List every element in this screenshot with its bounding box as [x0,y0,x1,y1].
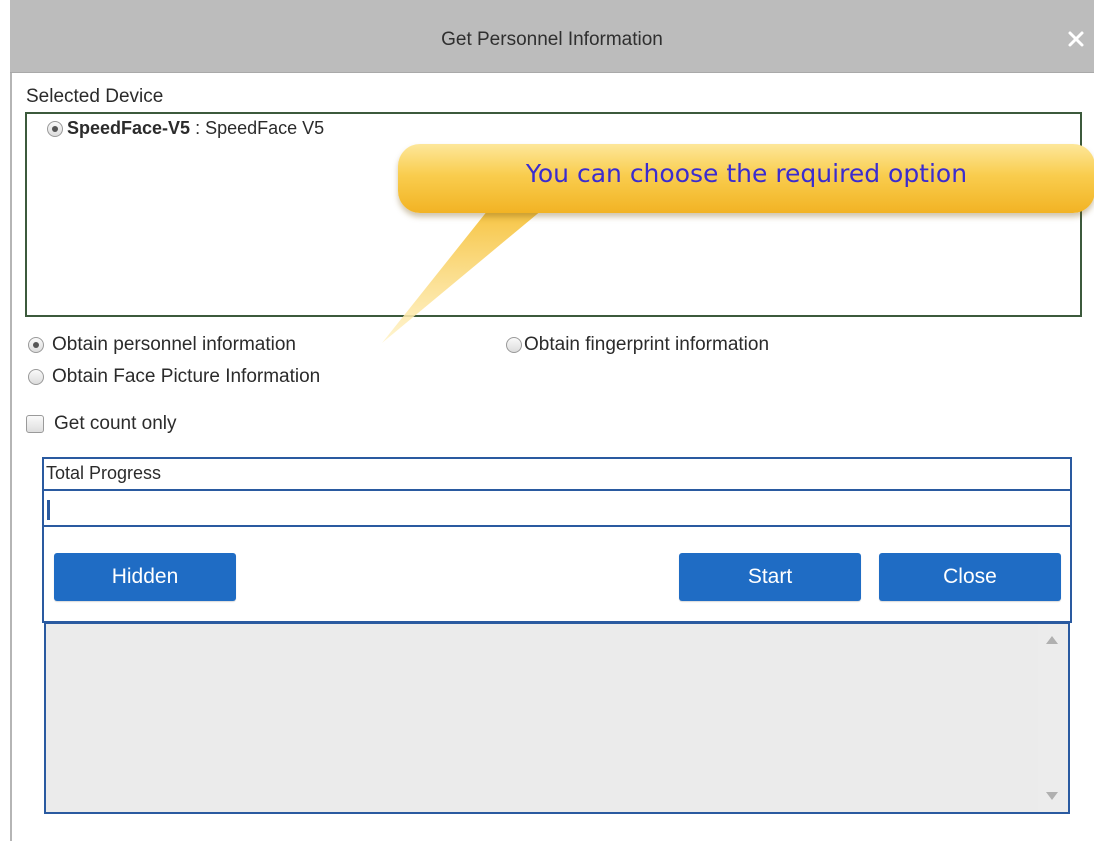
progress-fill [47,500,50,520]
device-separator: : [190,118,206,138]
tooltip-callout: You can choose the required option [398,144,1094,213]
title-bar: Get Personnel Information [10,0,1094,73]
fingerprint-radio[interactable] [506,337,522,353]
dialog-left-border [10,72,12,841]
device-model: SpeedFace V5 [205,118,325,138]
hidden-button[interactable]: Hidden [54,553,236,601]
count-only-checkbox[interactable] [26,415,44,433]
device-list: SpeedFace-V5 : SpeedFace V5 [25,112,1082,317]
get-personnel-dialog: Get Personnel Information Selected Devic… [0,0,1094,841]
scroll-down-icon[interactable] [1046,792,1058,800]
face-radio[interactable] [28,369,44,385]
log-output[interactable] [44,622,1070,814]
dialog-title: Get Personnel Information [441,29,663,50]
personnel-label: Obtain personnel information [52,334,296,355]
scroll-up-icon[interactable] [1046,636,1058,644]
start-button[interactable]: Start [679,553,861,601]
personnel-radio[interactable] [28,337,44,353]
option-face[interactable]: Obtain Face Picture Information [28,366,320,388]
count-only-option[interactable]: Get count only [26,413,177,435]
selected-device-label: Selected Device [26,86,164,107]
close-icon[interactable] [1064,27,1088,51]
option-fingerprint[interactable]: Obtain fingerprint information [506,334,769,356]
device-name: SpeedFace-V5 [67,118,191,138]
device-item[interactable]: SpeedFace-V5 : SpeedFace V5 [47,118,324,139]
progress-bar [44,489,1070,527]
face-label: Obtain Face Picture Information [52,366,321,387]
close-button[interactable]: Close [879,553,1061,601]
count-only-label: Get count only [54,413,177,434]
progress-label: Total Progress [46,463,162,483]
fingerprint-label: Obtain fingerprint information [524,334,770,355]
callout-text: You can choose the required option [525,159,968,188]
log-scrollbar[interactable] [1038,624,1068,812]
device-radio[interactable] [47,120,63,137]
option-personnel[interactable]: Obtain personnel information [28,334,296,356]
